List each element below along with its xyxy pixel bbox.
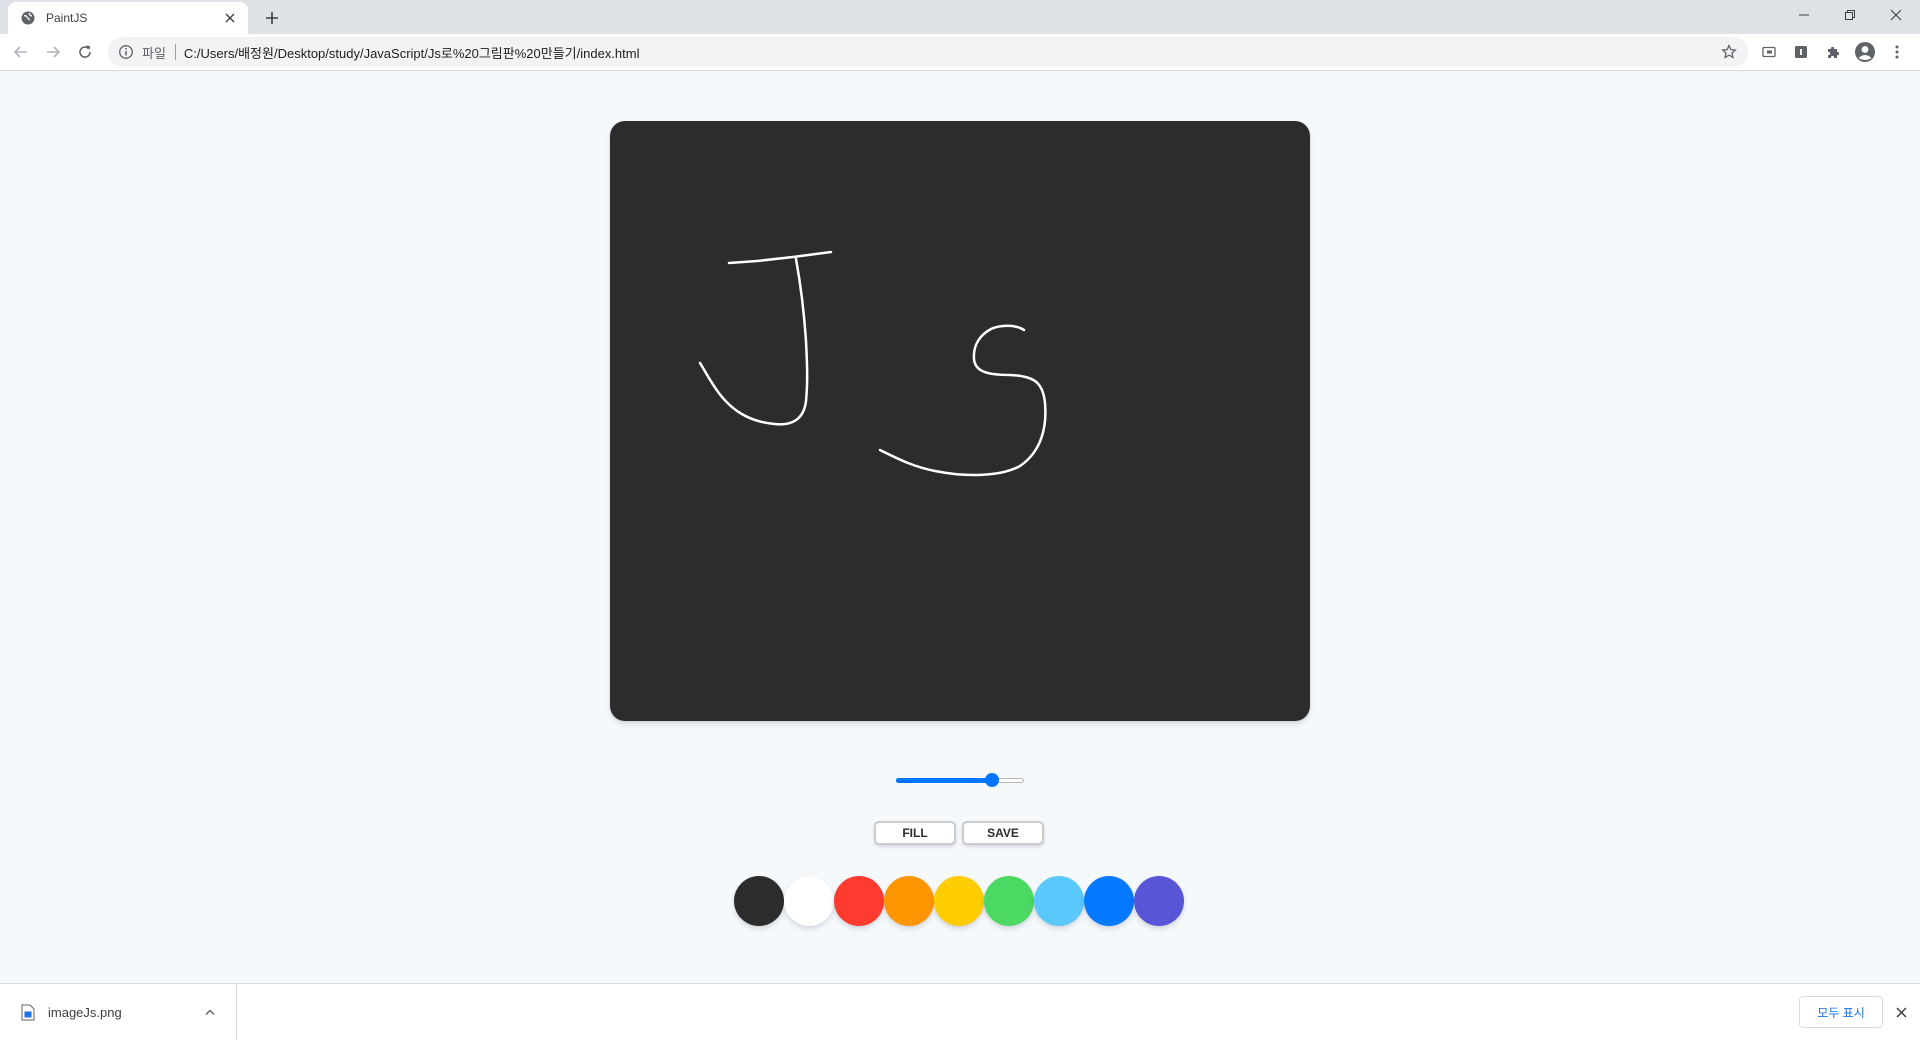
bookmark-star-icon[interactable] xyxy=(1720,43,1738,61)
restore-icon[interactable] xyxy=(1827,0,1873,30)
fill-button[interactable]: FILL xyxy=(874,821,956,845)
omnibox-separator xyxy=(174,44,176,60)
brush-size-slider[interactable] xyxy=(896,772,1024,788)
color-swatch-2[interactable] xyxy=(784,876,834,926)
tab-title: PaintJS xyxy=(46,11,88,25)
color-swatch-3[interactable] xyxy=(834,876,884,926)
color-swatch-5[interactable] xyxy=(934,876,984,926)
chevron-up-icon[interactable] xyxy=(200,1002,220,1022)
image-file-icon xyxy=(20,1003,36,1021)
minimize-icon[interactable] xyxy=(1781,0,1827,30)
save-button[interactable]: SAVE xyxy=(962,821,1044,845)
scheme-label: 파일 xyxy=(142,45,166,61)
controls-buttons: FILL SAVE xyxy=(874,821,1044,845)
color-swatch-6[interactable] xyxy=(984,876,1034,926)
browser-toolbar: 파일 C:/Users/배정원/Desktop/study/JavaScript… xyxy=(0,34,1920,71)
slider-fill xyxy=(896,778,992,783)
color-palette xyxy=(734,876,1184,926)
download-item[interactable]: imageJs.png xyxy=(0,984,237,1040)
reload-icon[interactable] xyxy=(71,38,99,66)
globe-icon xyxy=(20,10,36,26)
color-swatch-4[interactable] xyxy=(884,876,934,926)
back-arrow-icon[interactable] xyxy=(7,38,35,66)
color-swatch-1[interactable] xyxy=(734,876,784,926)
shelf-close-icon[interactable] xyxy=(1891,1002,1911,1022)
forward-arrow-icon[interactable] xyxy=(39,38,67,66)
window-close-icon[interactable] xyxy=(1873,0,1919,30)
info-icon[interactable] xyxy=(118,44,134,60)
tab-strip: PaintJS xyxy=(0,0,1920,34)
paint-canvas[interactable] xyxy=(610,121,1310,721)
color-swatch-8[interactable] xyxy=(1084,876,1134,926)
show-all-button[interactable]: 모두 표시 xyxy=(1799,996,1883,1028)
menu-kebab-icon[interactable] xyxy=(1885,40,1909,64)
puzzle-icon[interactable] xyxy=(1821,40,1845,64)
color-swatch-7[interactable] xyxy=(1034,876,1084,926)
url-text[interactable]: C:/Users/배정원/Desktop/study/JavaScript/Js… xyxy=(184,43,640,62)
profile-avatar-icon[interactable] xyxy=(1853,40,1877,64)
cast-icon[interactable] xyxy=(1757,40,1781,64)
extension-info-icon[interactable] xyxy=(1789,40,1813,64)
slider-thumb[interactable] xyxy=(985,773,999,787)
drawing-strokes xyxy=(698,250,1047,477)
browser-tab[interactable]: PaintJS xyxy=(8,2,248,34)
color-swatch-9[interactable] xyxy=(1134,876,1184,926)
address-bar[interactable]: 파일 C:/Users/배정원/Desktop/study/JavaScript… xyxy=(108,37,1748,67)
tab-close-icon[interactable] xyxy=(222,10,238,26)
new-tab-icon[interactable] xyxy=(260,6,284,30)
download-filename: imageJs.png xyxy=(48,1004,122,1020)
download-shelf: imageJs.png 모두 표시 xyxy=(0,983,1920,1040)
